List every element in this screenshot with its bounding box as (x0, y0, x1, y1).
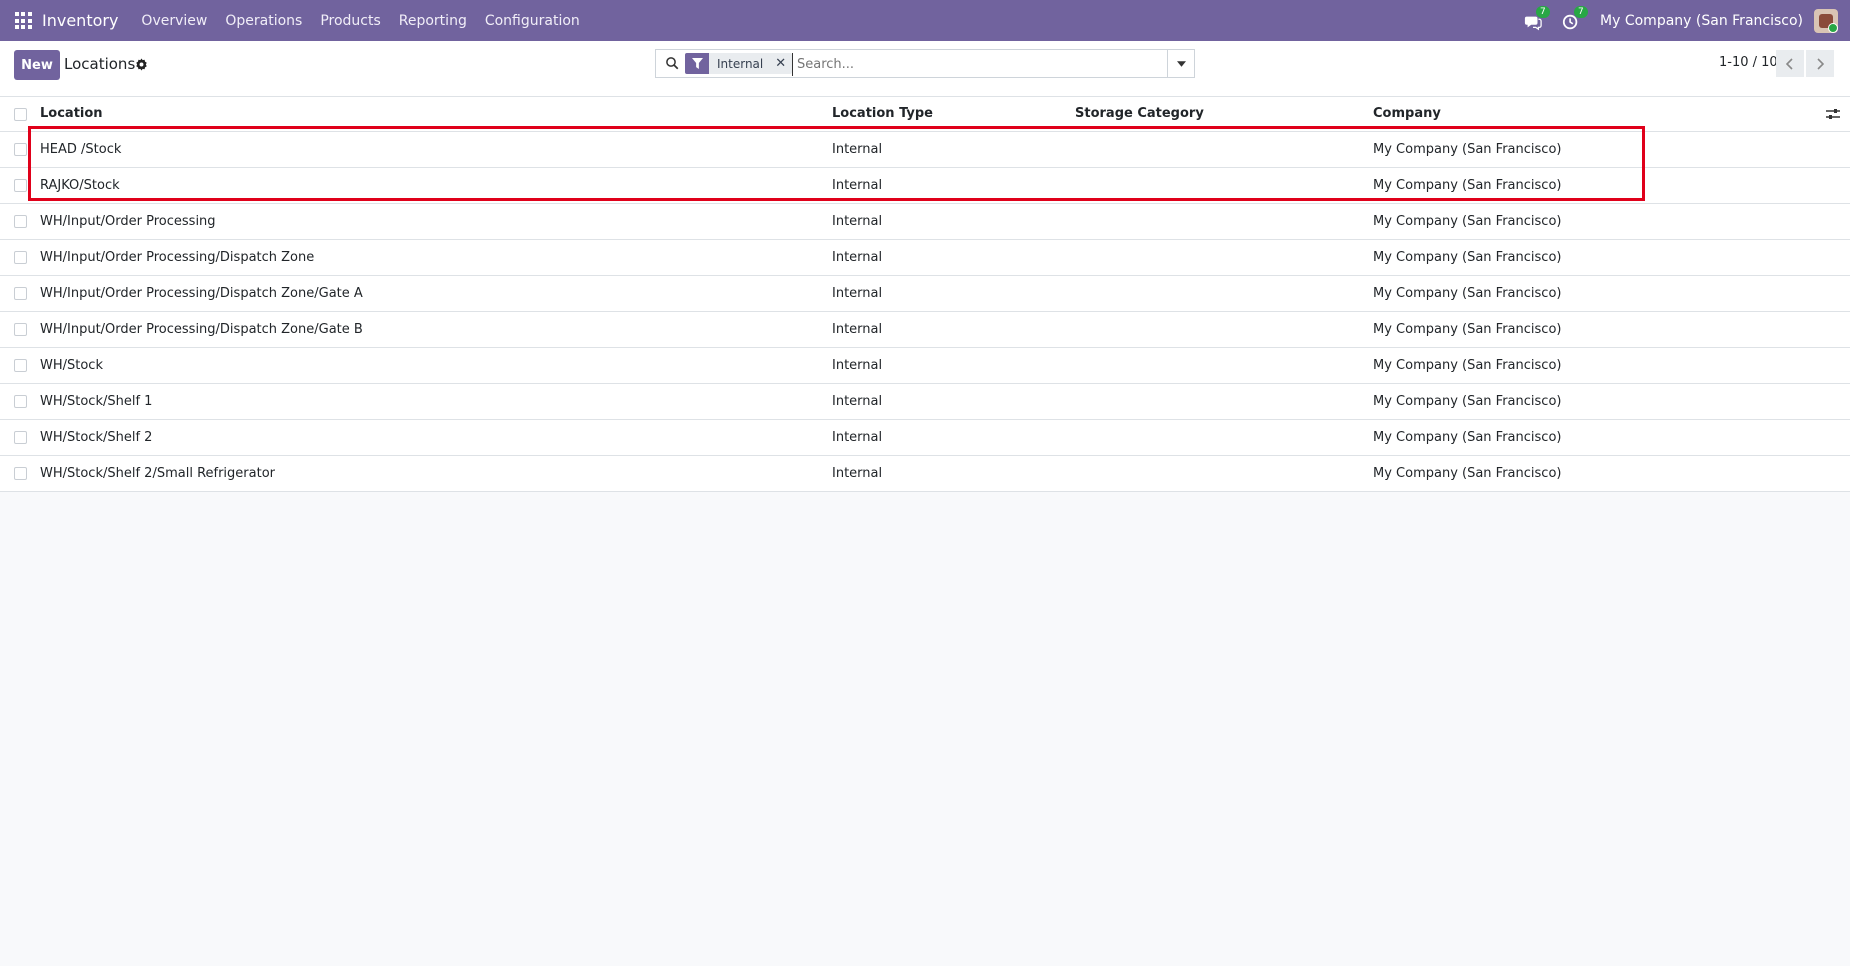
cell-location: WH/Input/Order Processing/Dispatch Zone (40, 250, 315, 265)
cell-location: WH/Stock/Shelf 2 (40, 430, 153, 445)
pager-previous-button[interactable] (1776, 50, 1804, 77)
row-checkbox[interactable] (14, 215, 27, 228)
table-row[interactable]: WH/Stock/Shelf 2 Internal My Company (Sa… (0, 420, 1850, 456)
apps-menu-icon[interactable] (12, 10, 34, 32)
table-row[interactable]: WH/Stock/Shelf 1 Internal My Company (Sa… (0, 384, 1850, 420)
cell-location-type: Internal (832, 178, 883, 193)
optional-columns-icon[interactable] (1826, 107, 1840, 121)
top-navbar: Inventory Overview Operations Products R… (0, 0, 1850, 41)
cell-location: RAJKO/Stock (40, 178, 120, 193)
activities-clock-icon[interactable]: 7 (1562, 5, 1588, 31)
pager-next-button[interactable] (1806, 50, 1834, 77)
select-all-checkbox[interactable] (14, 108, 27, 121)
cell-location-type: Internal (832, 286, 883, 301)
cell-company: My Company (San Francisco) (1373, 430, 1562, 445)
search-bar: Internal ✕ (655, 49, 1195, 78)
row-checkbox[interactable] (14, 467, 27, 480)
cell-location: HEAD /Stock (40, 142, 122, 157)
cell-location-type: Internal (832, 250, 883, 265)
row-checkbox[interactable] (14, 143, 27, 156)
cell-location-type: Internal (832, 358, 883, 373)
table-row[interactable]: RAJKO/Stock Internal My Company (San Fra… (0, 168, 1850, 204)
menu-operations[interactable]: Operations (216, 13, 311, 29)
cell-company: My Company (San Francisco) (1373, 286, 1562, 301)
cell-location-type: Internal (832, 322, 883, 337)
chevron-right-icon (1817, 57, 1824, 70)
cell-location: WH/Input/Order Processing (40, 214, 216, 229)
page-title[interactable]: Locations (64, 55, 135, 73)
chevron-left-icon (1786, 57, 1793, 70)
new-button[interactable]: New (14, 50, 60, 80)
cell-location-type: Internal (832, 430, 883, 445)
cell-location: WH/Stock/Shelf 2/Small Refrigerator (40, 466, 276, 481)
column-header-location[interactable]: Location (40, 97, 103, 131)
row-checkbox[interactable] (14, 359, 27, 372)
app-name[interactable]: Inventory (42, 11, 118, 30)
cell-location-type: Internal (832, 142, 883, 157)
pager-value[interactable]: 1-10 / 10 (1719, 55, 1778, 70)
cell-location-type: Internal (832, 214, 883, 229)
user-avatar[interactable] (1814, 8, 1838, 33)
cell-location: WH/Stock/Shelf 1 (40, 394, 153, 409)
locations-list: Location Location Type Storage Category … (0, 97, 1850, 492)
menu-overview[interactable]: Overview (132, 13, 216, 29)
row-checkbox[interactable] (14, 395, 27, 408)
cell-location: WH/Input/Order Processing/Dispatch Zone/… (40, 322, 363, 337)
activities-count-badge: 7 (1574, 5, 1588, 18)
cell-company: My Company (San Francisco) (1373, 358, 1562, 373)
menu-configuration[interactable]: Configuration (476, 13, 589, 29)
table-row[interactable]: WH/Input/Order Processing Internal My Co… (0, 204, 1850, 240)
cell-company: My Company (San Francisco) (1373, 466, 1562, 481)
cell-company: My Company (San Francisco) (1373, 250, 1562, 265)
search-options-toggle[interactable] (1167, 50, 1194, 77)
cell-company: My Company (San Francisco) (1373, 322, 1562, 337)
row-checkbox[interactable] (14, 431, 27, 444)
filter-icon (685, 53, 709, 74)
messages-count-badge: 7 (1536, 5, 1550, 18)
row-checkbox[interactable] (14, 179, 27, 192)
row-checkbox[interactable] (14, 251, 27, 264)
cell-location-type: Internal (832, 466, 883, 481)
gear-icon[interactable] (134, 57, 149, 72)
table-row[interactable]: WH/Stock Internal My Company (San Franci… (0, 348, 1850, 384)
cell-company: My Company (San Francisco) (1373, 178, 1562, 193)
cell-company: My Company (San Francisco) (1373, 214, 1562, 229)
caret-down-icon (1176, 60, 1186, 67)
cell-location: WH/Input/Order Processing/Dispatch Zone/… (40, 286, 363, 301)
cell-company: My Company (San Francisco) (1373, 394, 1562, 409)
control-panel: New Locations Internal ✕ 1-10 / 10 (0, 41, 1850, 97)
table-row[interactable]: HEAD /Stock Internal My Company (San Fra… (0, 132, 1850, 168)
column-header-company[interactable]: Company (1373, 97, 1441, 131)
cell-location-type: Internal (832, 394, 883, 409)
row-checkbox[interactable] (14, 287, 27, 300)
table-row[interactable]: WH/Stock/Shelf 2/Small Refrigerator Inte… (0, 456, 1850, 492)
table-row[interactable]: WH/Input/Order Processing/Dispatch Zone … (0, 240, 1850, 276)
cell-location: WH/Stock (40, 358, 103, 373)
search-icon[interactable] (665, 56, 680, 71)
list-header: Location Location Type Storage Category … (0, 97, 1850, 132)
facet-label: Internal (717, 56, 764, 71)
menu-products[interactable]: Products (311, 13, 389, 29)
row-checkbox[interactable] (14, 323, 27, 336)
table-row[interactable]: WH/Input/Order Processing/Dispatch Zone/… (0, 312, 1850, 348)
search-facet-internal: Internal ✕ (685, 53, 793, 74)
table-row[interactable]: WH/Input/Order Processing/Dispatch Zone/… (0, 276, 1850, 312)
online-status-icon (1828, 22, 1838, 33)
menu-reporting[interactable]: Reporting (390, 13, 476, 29)
cell-company: My Company (San Francisco) (1373, 142, 1562, 157)
column-header-location-type[interactable]: Location Type (832, 97, 933, 131)
messages-icon[interactable]: 7 (1524, 5, 1550, 31)
search-input[interactable] (792, 53, 1169, 76)
company-switcher[interactable]: My Company (San Francisco) (1600, 13, 1803, 29)
facet-remove-icon[interactable]: ✕ (769, 56, 792, 71)
column-header-storage-category[interactable]: Storage Category (1075, 97, 1204, 131)
